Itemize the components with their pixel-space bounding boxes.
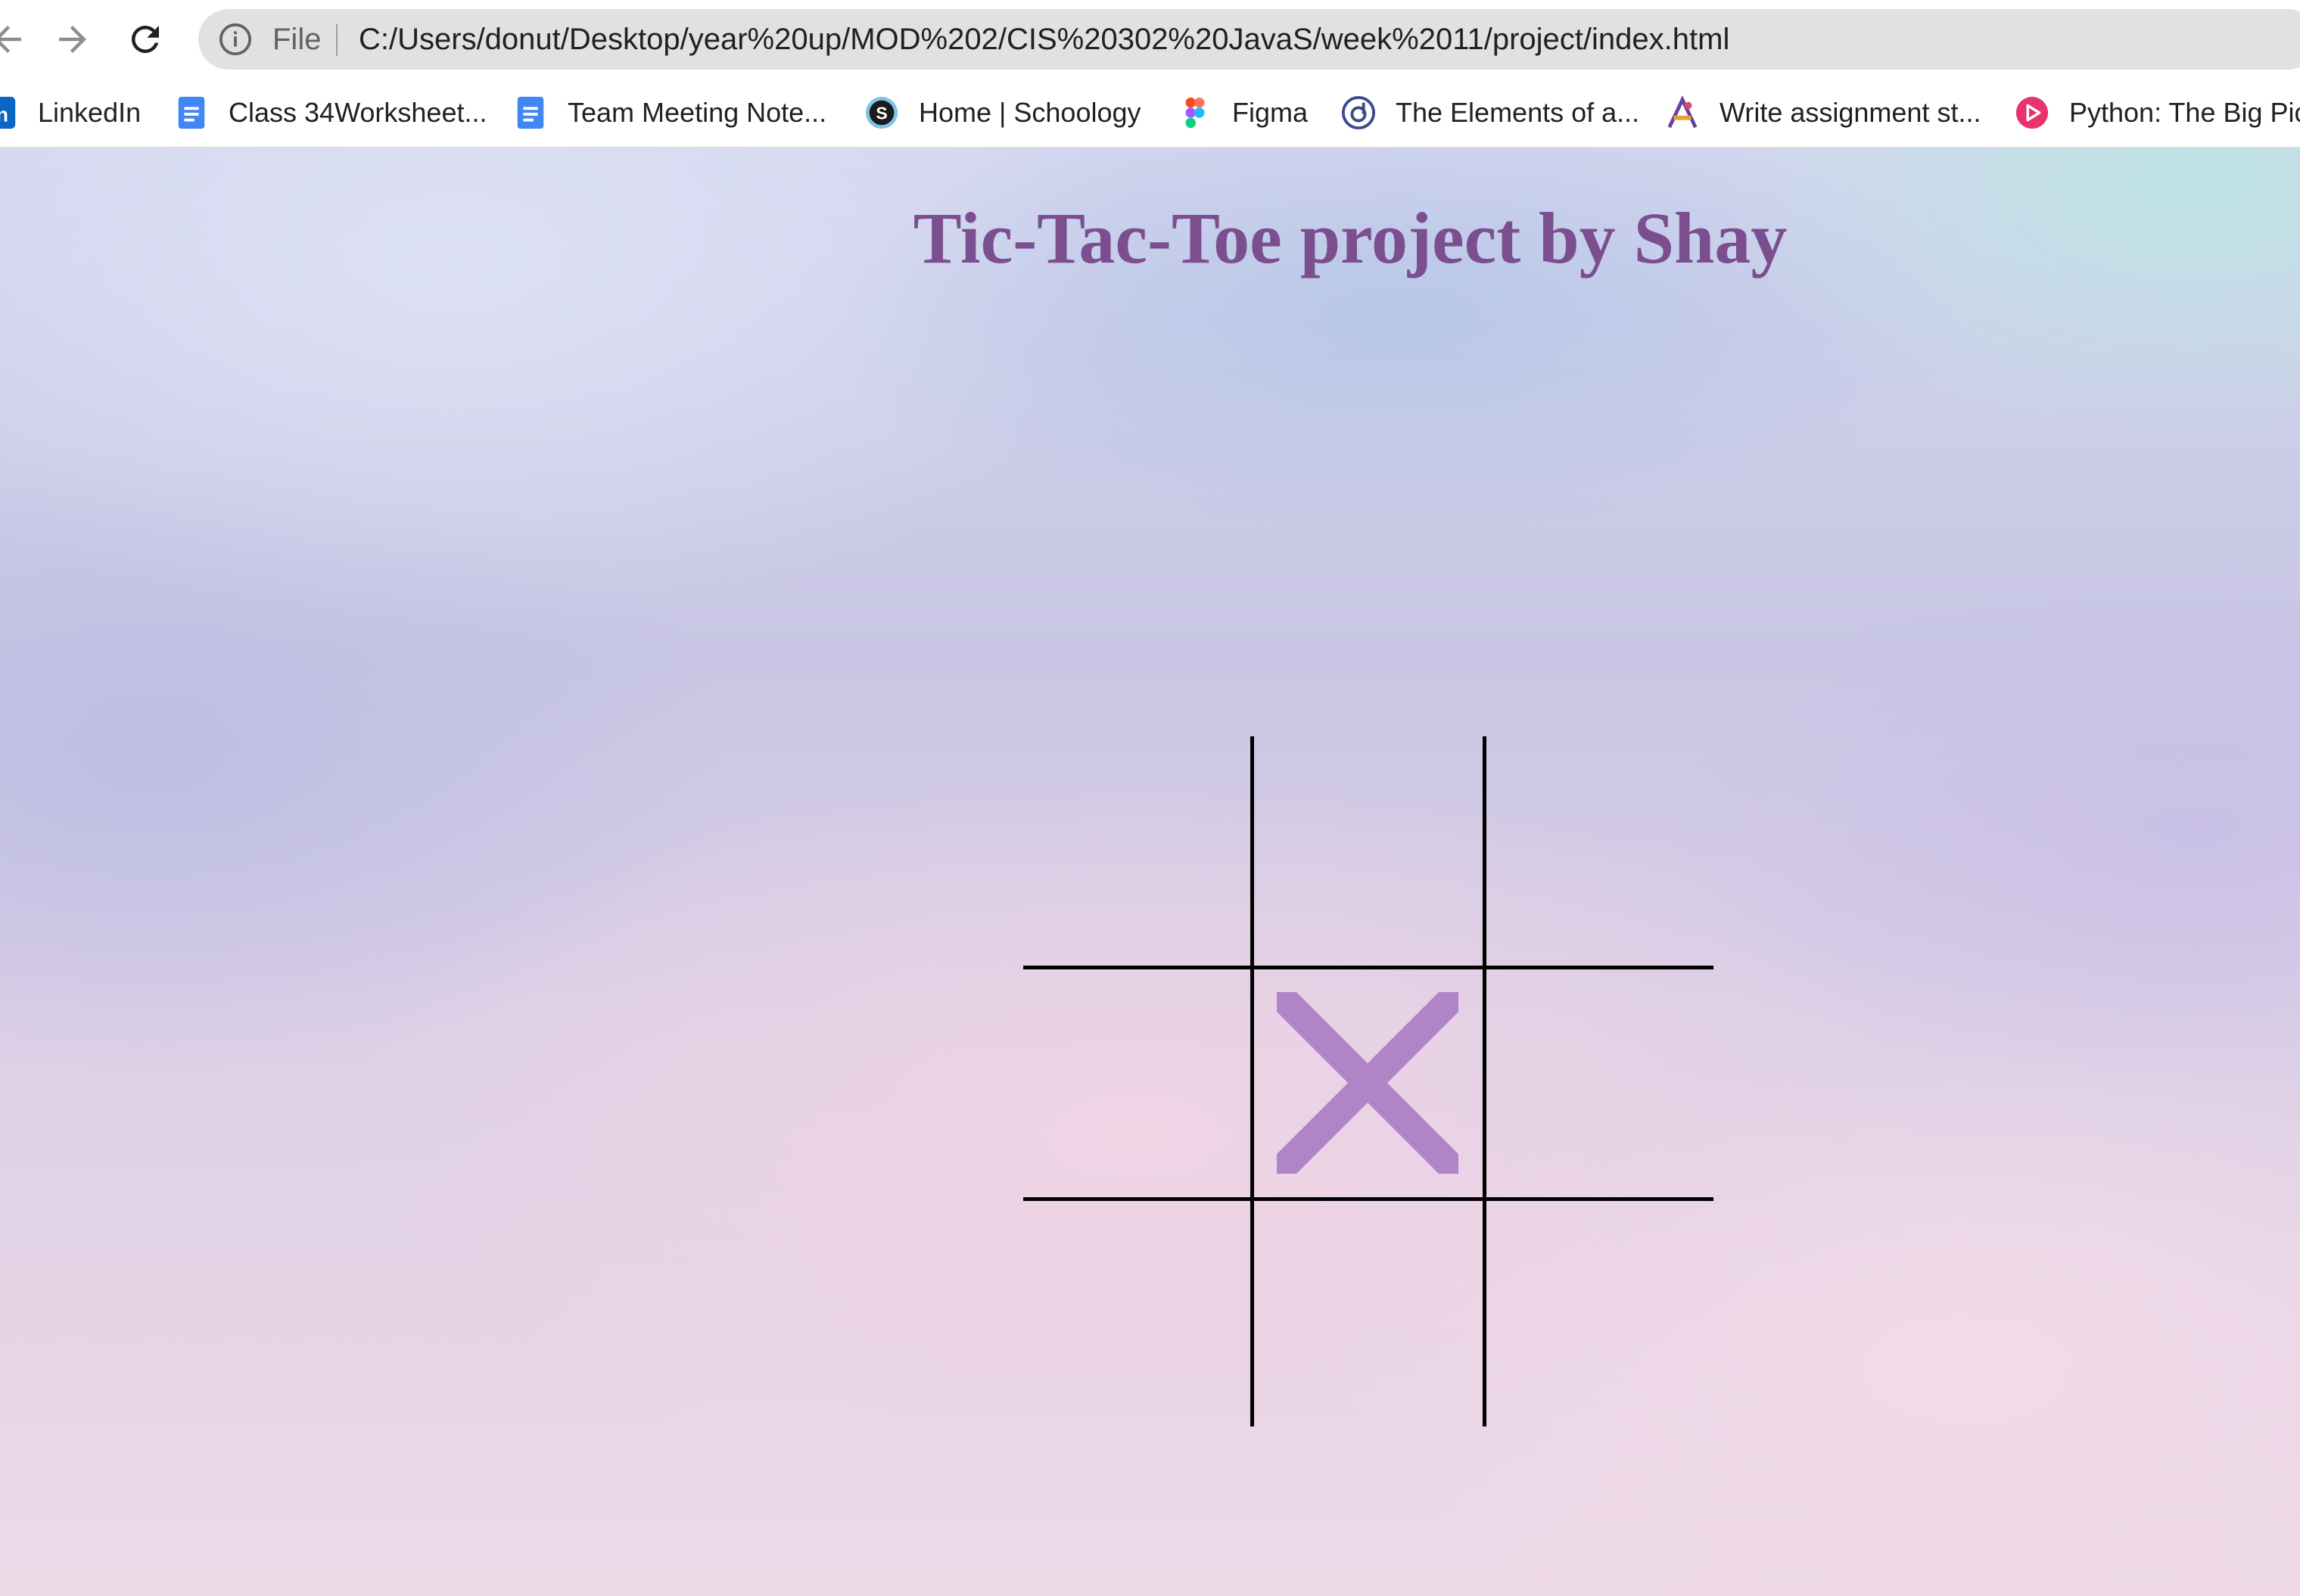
board-cell[interactable] xyxy=(1486,969,1713,1196)
bookmark-linkedin[interactable]: in LinkedIn xyxy=(0,79,141,147)
url-text[interactable]: C:/Users/donut/Desktop/year%20up/MOD%202… xyxy=(359,9,1729,70)
info-icon[interactable] xyxy=(218,22,253,57)
browser-toolbar: File C:/Users/donut/Desktop/year%20up/MO… xyxy=(0,0,2300,79)
arrow-left-icon xyxy=(0,26,21,53)
page-title: Tic-Tac-Toe project by Shay xyxy=(913,198,1788,278)
bookmark-label: Python: The Big Pic xyxy=(2069,97,2300,128)
schoology-icon: S xyxy=(865,96,898,129)
google-docs-icon xyxy=(178,96,205,129)
bookmark-label: Home | Schoology xyxy=(919,97,1141,128)
back-button[interactable] xyxy=(0,15,32,64)
google-docs-icon xyxy=(517,96,544,129)
bookmark-label: Figma xyxy=(1232,97,1309,128)
site-favicon-icon xyxy=(1341,95,1376,130)
url-scheme-label: File xyxy=(272,23,322,56)
linkedin-icon: in xyxy=(0,96,16,129)
bookmark-team-meeting[interactable]: Team Meeting Note... xyxy=(513,79,826,147)
site-favicon-icon xyxy=(1667,95,1698,129)
cell-mark xyxy=(1046,759,1228,941)
browser-window: File C:/Users/donut/Desktop/year%20up/MO… xyxy=(0,0,2300,1596)
board-cell[interactable] xyxy=(1254,1201,1481,1428)
reload-icon xyxy=(131,25,159,53)
bookmark-label: LinkedIn xyxy=(38,97,142,128)
board-cell[interactable] xyxy=(1023,1201,1250,1428)
reload-button[interactable] xyxy=(121,15,170,64)
board-cell[interactable] xyxy=(1486,736,1713,963)
svg-text:S: S xyxy=(876,104,887,123)
cell-mark xyxy=(1277,759,1458,941)
omnibox-divider xyxy=(336,24,338,56)
cell-mark xyxy=(1277,1224,1458,1405)
bookmark-class-worksheet[interactable]: Class 34Worksheet... xyxy=(174,79,487,147)
board-cell[interactable] xyxy=(1254,736,1481,963)
page-content: Tic-Tac-Toe project by Shay xyxy=(0,148,2300,1596)
address-bar[interactable]: File C:/Users/donut/Desktop/year%20up/MO… xyxy=(198,9,2300,70)
cell-mark xyxy=(1046,992,1228,1174)
cell-mark xyxy=(1509,759,1691,941)
board-cell[interactable] xyxy=(1023,736,1250,963)
bookmark-label: The Elements of a... xyxy=(1396,97,1640,128)
cell-mark xyxy=(1046,1224,1228,1405)
play-favicon-icon xyxy=(2015,96,2049,129)
board-cell[interactable] xyxy=(1254,969,1481,1196)
figma-icon xyxy=(1185,97,1205,129)
bookmark-figma[interactable]: Figma xyxy=(1178,79,1308,147)
bookmark-elements[interactable]: The Elements of a... xyxy=(1341,79,1639,147)
x-mark-icon xyxy=(1277,992,1458,1174)
cell-mark xyxy=(1277,992,1458,1174)
svg-text:in: in xyxy=(0,104,8,126)
cell-mark xyxy=(1509,1224,1691,1405)
bookmark-schoology[interactable]: S Home | Schoology xyxy=(864,79,1141,147)
cell-mark xyxy=(1509,992,1691,1174)
bookmark-label: Class 34Worksheet... xyxy=(229,97,487,128)
tic-tac-toe-board xyxy=(1023,736,1713,1426)
bookmark-label: Team Meeting Note... xyxy=(568,97,827,128)
arrow-right-icon xyxy=(59,26,86,53)
forward-button[interactable] xyxy=(48,15,97,64)
bookmark-python[interactable]: Python: The Big Pic xyxy=(2015,79,2300,147)
board-cell[interactable] xyxy=(1486,1201,1713,1428)
bookmark-write-assignment[interactable]: Write assignment st... xyxy=(1665,79,1981,147)
bookmark-label: Write assignment st... xyxy=(1720,97,1981,128)
bookmarks-bar: in LinkedIn Class 34Worksheet... Team Me… xyxy=(0,79,2300,148)
board-cell[interactable] xyxy=(1023,969,1250,1196)
